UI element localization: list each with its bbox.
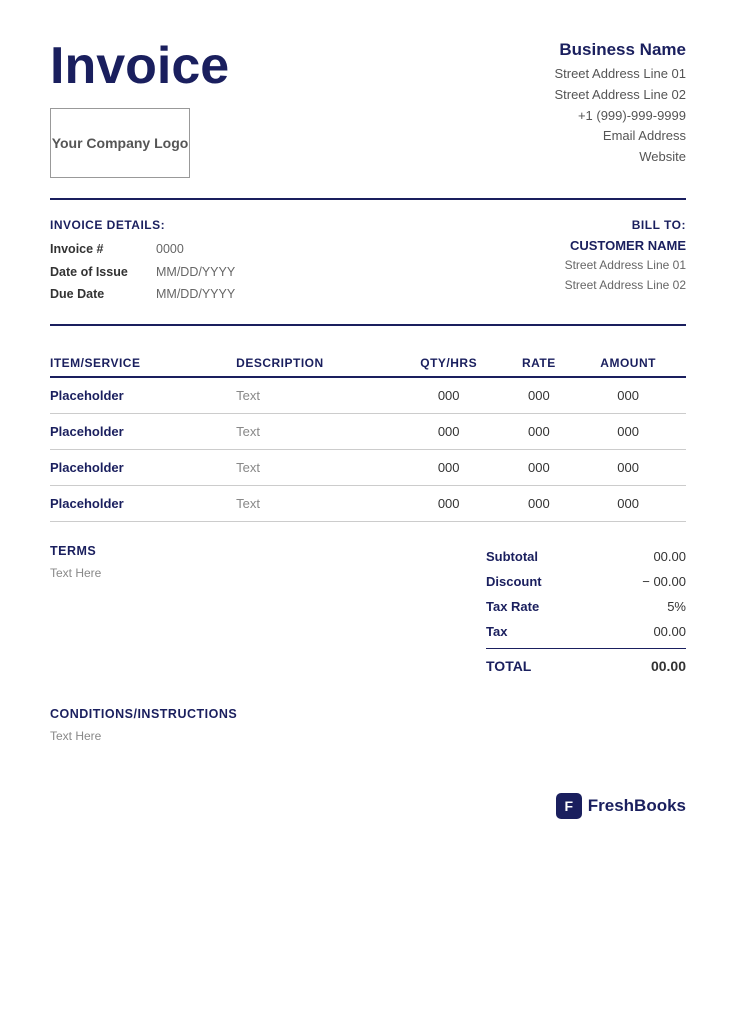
due-date-label: Due Date [50, 283, 140, 306]
bill-to-label: BILL TO: [368, 218, 686, 232]
invoice-number-value: 0000 [156, 238, 184, 261]
total-value: 00.00 [626, 658, 686, 674]
address-line2: Street Address Line 02 [554, 85, 686, 106]
invoice-number-label: Invoice # [50, 238, 140, 261]
conditions-label: CONDITIONS/INSTRUCTIONS [50, 707, 686, 721]
company-logo: Your Company Logo [50, 108, 190, 178]
footer-section: TERMS Text Here Subtotal 00.00 Discount … [50, 544, 686, 679]
business-info: Business Name Street Address Line 01 Str… [554, 40, 686, 168]
col-qty: QTY/HRS [398, 350, 508, 377]
item-qty-0: 000 [398, 377, 508, 414]
header: Invoice Your Company Logo Business Name … [50, 40, 686, 178]
subtotal-value: 00.00 [626, 549, 686, 564]
date-of-issue-label: Date of Issue [50, 261, 140, 284]
terms-label: TERMS [50, 544, 466, 558]
customer-address-line1: Street Address Line 01 [368, 255, 686, 275]
item-desc-3: Text [236, 485, 398, 521]
invoice-details: INVOICE DETAILS: Invoice # 0000 Date of … [50, 218, 368, 306]
business-name: Business Name [554, 40, 686, 60]
item-qty-2: 000 [398, 449, 508, 485]
totals-block: Subtotal 00.00 Discount − 00.00 Tax Rate… [486, 544, 686, 679]
items-section: ITEM/SERVICE DESCRIPTION QTY/HRS RATE AM… [50, 350, 686, 522]
freshbooks-name: FreshBooks [588, 796, 686, 816]
total-row: TOTAL 00.00 [486, 653, 686, 679]
col-rate: RATE [508, 350, 579, 377]
item-rate-2: 000 [508, 449, 579, 485]
invoice-details-label: INVOICE DETAILS: [50, 218, 368, 232]
item-name-3: Placeholder [50, 485, 236, 521]
discount-label: Discount [486, 574, 566, 589]
tax-rate-value: 5% [626, 599, 686, 614]
table-row: Placeholder Text 000 000 000 [50, 377, 686, 414]
terms-block: TERMS Text Here [50, 544, 486, 580]
item-amount-1: 000 [578, 413, 686, 449]
website: Website [554, 147, 686, 168]
tax-row: Tax 00.00 [486, 619, 686, 644]
email: Email Address [554, 126, 686, 147]
bill-to-section: BILL TO: CUSTOMER NAME Street Address Li… [368, 218, 686, 306]
item-name-0: Placeholder [50, 377, 236, 414]
col-description: DESCRIPTION [236, 350, 398, 377]
item-rate-0: 000 [508, 377, 579, 414]
discount-value: − 00.00 [626, 574, 686, 589]
table-row: Placeholder Text 000 000 000 [50, 485, 686, 521]
item-amount-0: 000 [578, 377, 686, 414]
header-divider [50, 198, 686, 200]
due-date-value: MM/DD/YYYY [156, 283, 235, 306]
discount-row: Discount − 00.00 [486, 569, 686, 594]
tax-label: Tax [486, 624, 566, 639]
table-header-row: ITEM/SERVICE DESCRIPTION QTY/HRS RATE AM… [50, 350, 686, 377]
item-name-2: Placeholder [50, 449, 236, 485]
table-row: Placeholder Text 000 000 000 [50, 413, 686, 449]
customer-name: CUSTOMER NAME [368, 238, 686, 253]
conditions-block: CONDITIONS/INSTRUCTIONS Text Here [50, 707, 686, 743]
invoice-title: Invoice [50, 40, 229, 92]
item-amount-3: 000 [578, 485, 686, 521]
table-row: Placeholder Text 000 000 000 [50, 449, 686, 485]
freshbooks-icon: F [556, 793, 582, 819]
customer-address-line2: Street Address Line 02 [368, 275, 686, 295]
col-amount: AMOUNT [578, 350, 686, 377]
details-divider [50, 324, 686, 326]
header-left: Invoice Your Company Logo [50, 40, 229, 178]
item-name-1: Placeholder [50, 413, 236, 449]
date-of-issue-row: Date of Issue MM/DD/YYYY [50, 261, 368, 284]
invoice-number-row: Invoice # 0000 [50, 238, 368, 261]
item-desc-2: Text [236, 449, 398, 485]
date-of-issue-value: MM/DD/YYYY [156, 261, 235, 284]
item-qty-1: 000 [398, 413, 508, 449]
due-date-row: Due Date MM/DD/YYYY [50, 283, 368, 306]
item-rate-3: 000 [508, 485, 579, 521]
phone: +1 (999)-999-9999 [554, 106, 686, 127]
tax-value: 00.00 [626, 624, 686, 639]
freshbooks-branding: F FreshBooks [50, 793, 686, 819]
item-amount-2: 000 [578, 449, 686, 485]
item-desc-0: Text [236, 377, 398, 414]
details-section: INVOICE DETAILS: Invoice # 0000 Date of … [50, 218, 686, 306]
terms-text: Text Here [50, 566, 466, 580]
totals-divider [486, 648, 686, 649]
total-label: TOTAL [486, 658, 566, 674]
subtotal-row: Subtotal 00.00 [486, 544, 686, 569]
col-item: ITEM/SERVICE [50, 350, 236, 377]
subtotal-label: Subtotal [486, 549, 566, 564]
item-desc-1: Text [236, 413, 398, 449]
conditions-text: Text Here [50, 729, 686, 743]
address-line1: Street Address Line 01 [554, 64, 686, 85]
items-table: ITEM/SERVICE DESCRIPTION QTY/HRS RATE AM… [50, 350, 686, 522]
item-qty-3: 000 [398, 485, 508, 521]
tax-rate-row: Tax Rate 5% [486, 594, 686, 619]
tax-rate-label: Tax Rate [486, 599, 566, 614]
item-rate-1: 000 [508, 413, 579, 449]
